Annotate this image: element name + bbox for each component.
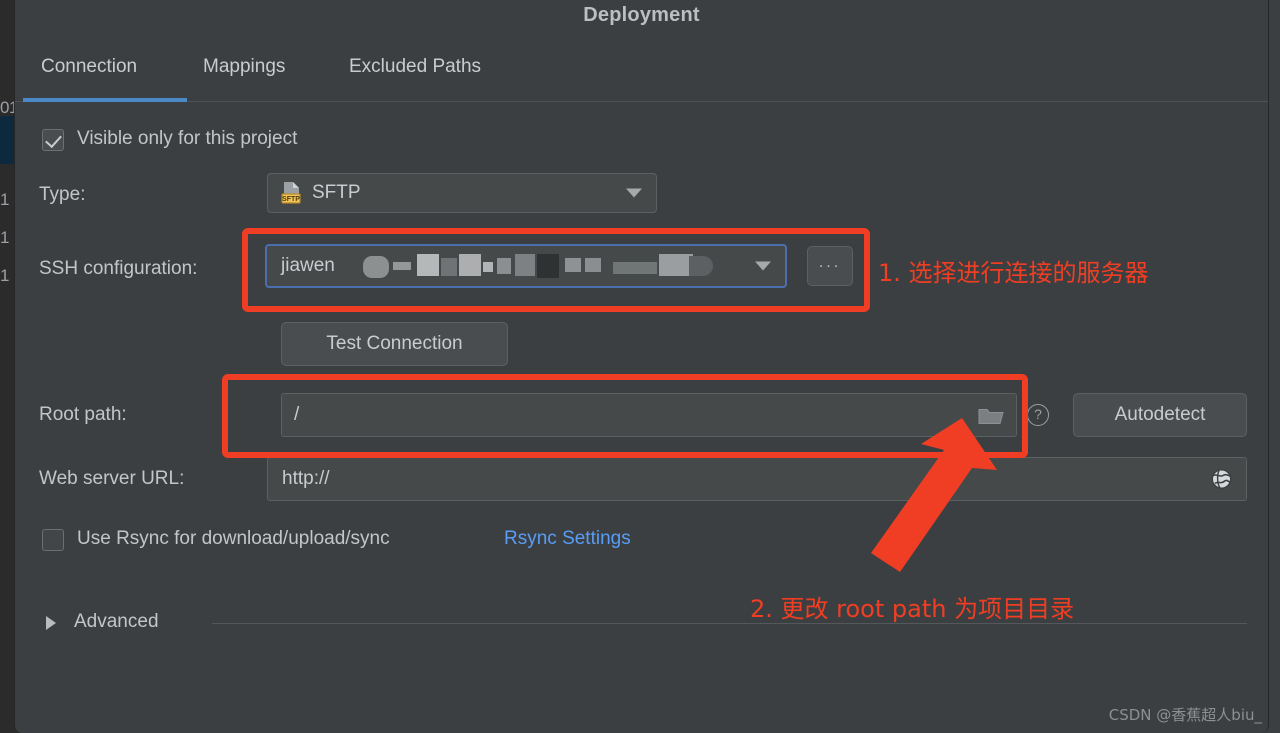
visible-only-checkbox[interactable] bbox=[42, 129, 64, 151]
tab-excluded-paths[interactable]: Excluded Paths bbox=[347, 56, 483, 78]
web-server-url-input[interactable]: http:// bbox=[267, 457, 1247, 501]
globe-icon[interactable] bbox=[1211, 469, 1232, 490]
ssh-configuration-combobox[interactable]: jiawen bbox=[265, 244, 787, 288]
use-rsync-label: Use Rsync for download/upload/sync bbox=[77, 528, 390, 549]
chevron-down-icon bbox=[755, 261, 771, 271]
ssh-configuration-label: SSH configuration: bbox=[39, 258, 198, 279]
type-value: SFTP bbox=[312, 182, 361, 203]
advanced-section-label[interactable]: Advanced bbox=[74, 611, 159, 633]
use-rsync-checkbox[interactable] bbox=[42, 529, 64, 551]
screenshot-root: 01 1 1 1 Deployment Connection Mappings … bbox=[0, 0, 1280, 733]
sftp-file-icon: SFTP bbox=[280, 181, 304, 205]
redacted-value-mask bbox=[363, 246, 743, 286]
tab-mappings[interactable]: Mappings bbox=[201, 56, 287, 78]
web-server-url-label: Web server URL: bbox=[39, 468, 185, 489]
annotation-step-2: 2. 更改 root path 为项目目录 bbox=[750, 595, 1075, 623]
help-circle-icon[interactable]: ? bbox=[1027, 404, 1049, 426]
root-path-value: / bbox=[294, 404, 300, 425]
deployment-dialog: Deployment Connection Mappings Excluded … bbox=[14, 0, 1269, 733]
dialog-title: Deployment bbox=[583, 4, 700, 26]
type-label: Type: bbox=[39, 184, 86, 205]
ssh-configuration-browse-button[interactable]: ... bbox=[807, 246, 853, 286]
root-path-input[interactable]: / bbox=[281, 393, 1017, 437]
test-connection-label: Test Connection bbox=[326, 333, 463, 354]
visible-only-label: Visible only for this project bbox=[77, 128, 298, 149]
rsync-settings-link[interactable]: Rsync Settings bbox=[504, 528, 631, 550]
tab-strip: Connection Mappings Excluded Paths bbox=[15, 36, 1268, 102]
chevron-right-icon[interactable] bbox=[46, 616, 56, 630]
annotation-step-1: 1. 选择进行连接的服务器 bbox=[878, 259, 1149, 287]
dialog-titlebar: Deployment bbox=[15, 0, 1268, 36]
folder-icon[interactable] bbox=[978, 405, 1004, 426]
svg-text:SFTP: SFTP bbox=[282, 196, 300, 203]
ssh-configuration-value: jiawen bbox=[281, 255, 335, 276]
root-path-label: Root path: bbox=[39, 404, 127, 425]
csdn-watermark: CSDN @香蕉超人biu_ bbox=[1108, 706, 1262, 724]
web-server-url-value: http:// bbox=[282, 468, 330, 489]
tab-connection[interactable]: Connection bbox=[39, 56, 139, 78]
test-connection-button[interactable]: Test Connection bbox=[281, 322, 508, 366]
advanced-separator bbox=[212, 623, 1247, 624]
type-combobox[interactable]: SFTP SFTP bbox=[267, 173, 657, 213]
autodetect-label: Autodetect bbox=[1114, 404, 1206, 425]
ellipsis-icon: ... bbox=[818, 254, 842, 271]
connection-panel: Visible only for this project Type: SFTP… bbox=[15, 102, 1268, 733]
chevron-down-icon bbox=[626, 188, 642, 198]
autodetect-button[interactable]: Autodetect bbox=[1073, 393, 1247, 437]
